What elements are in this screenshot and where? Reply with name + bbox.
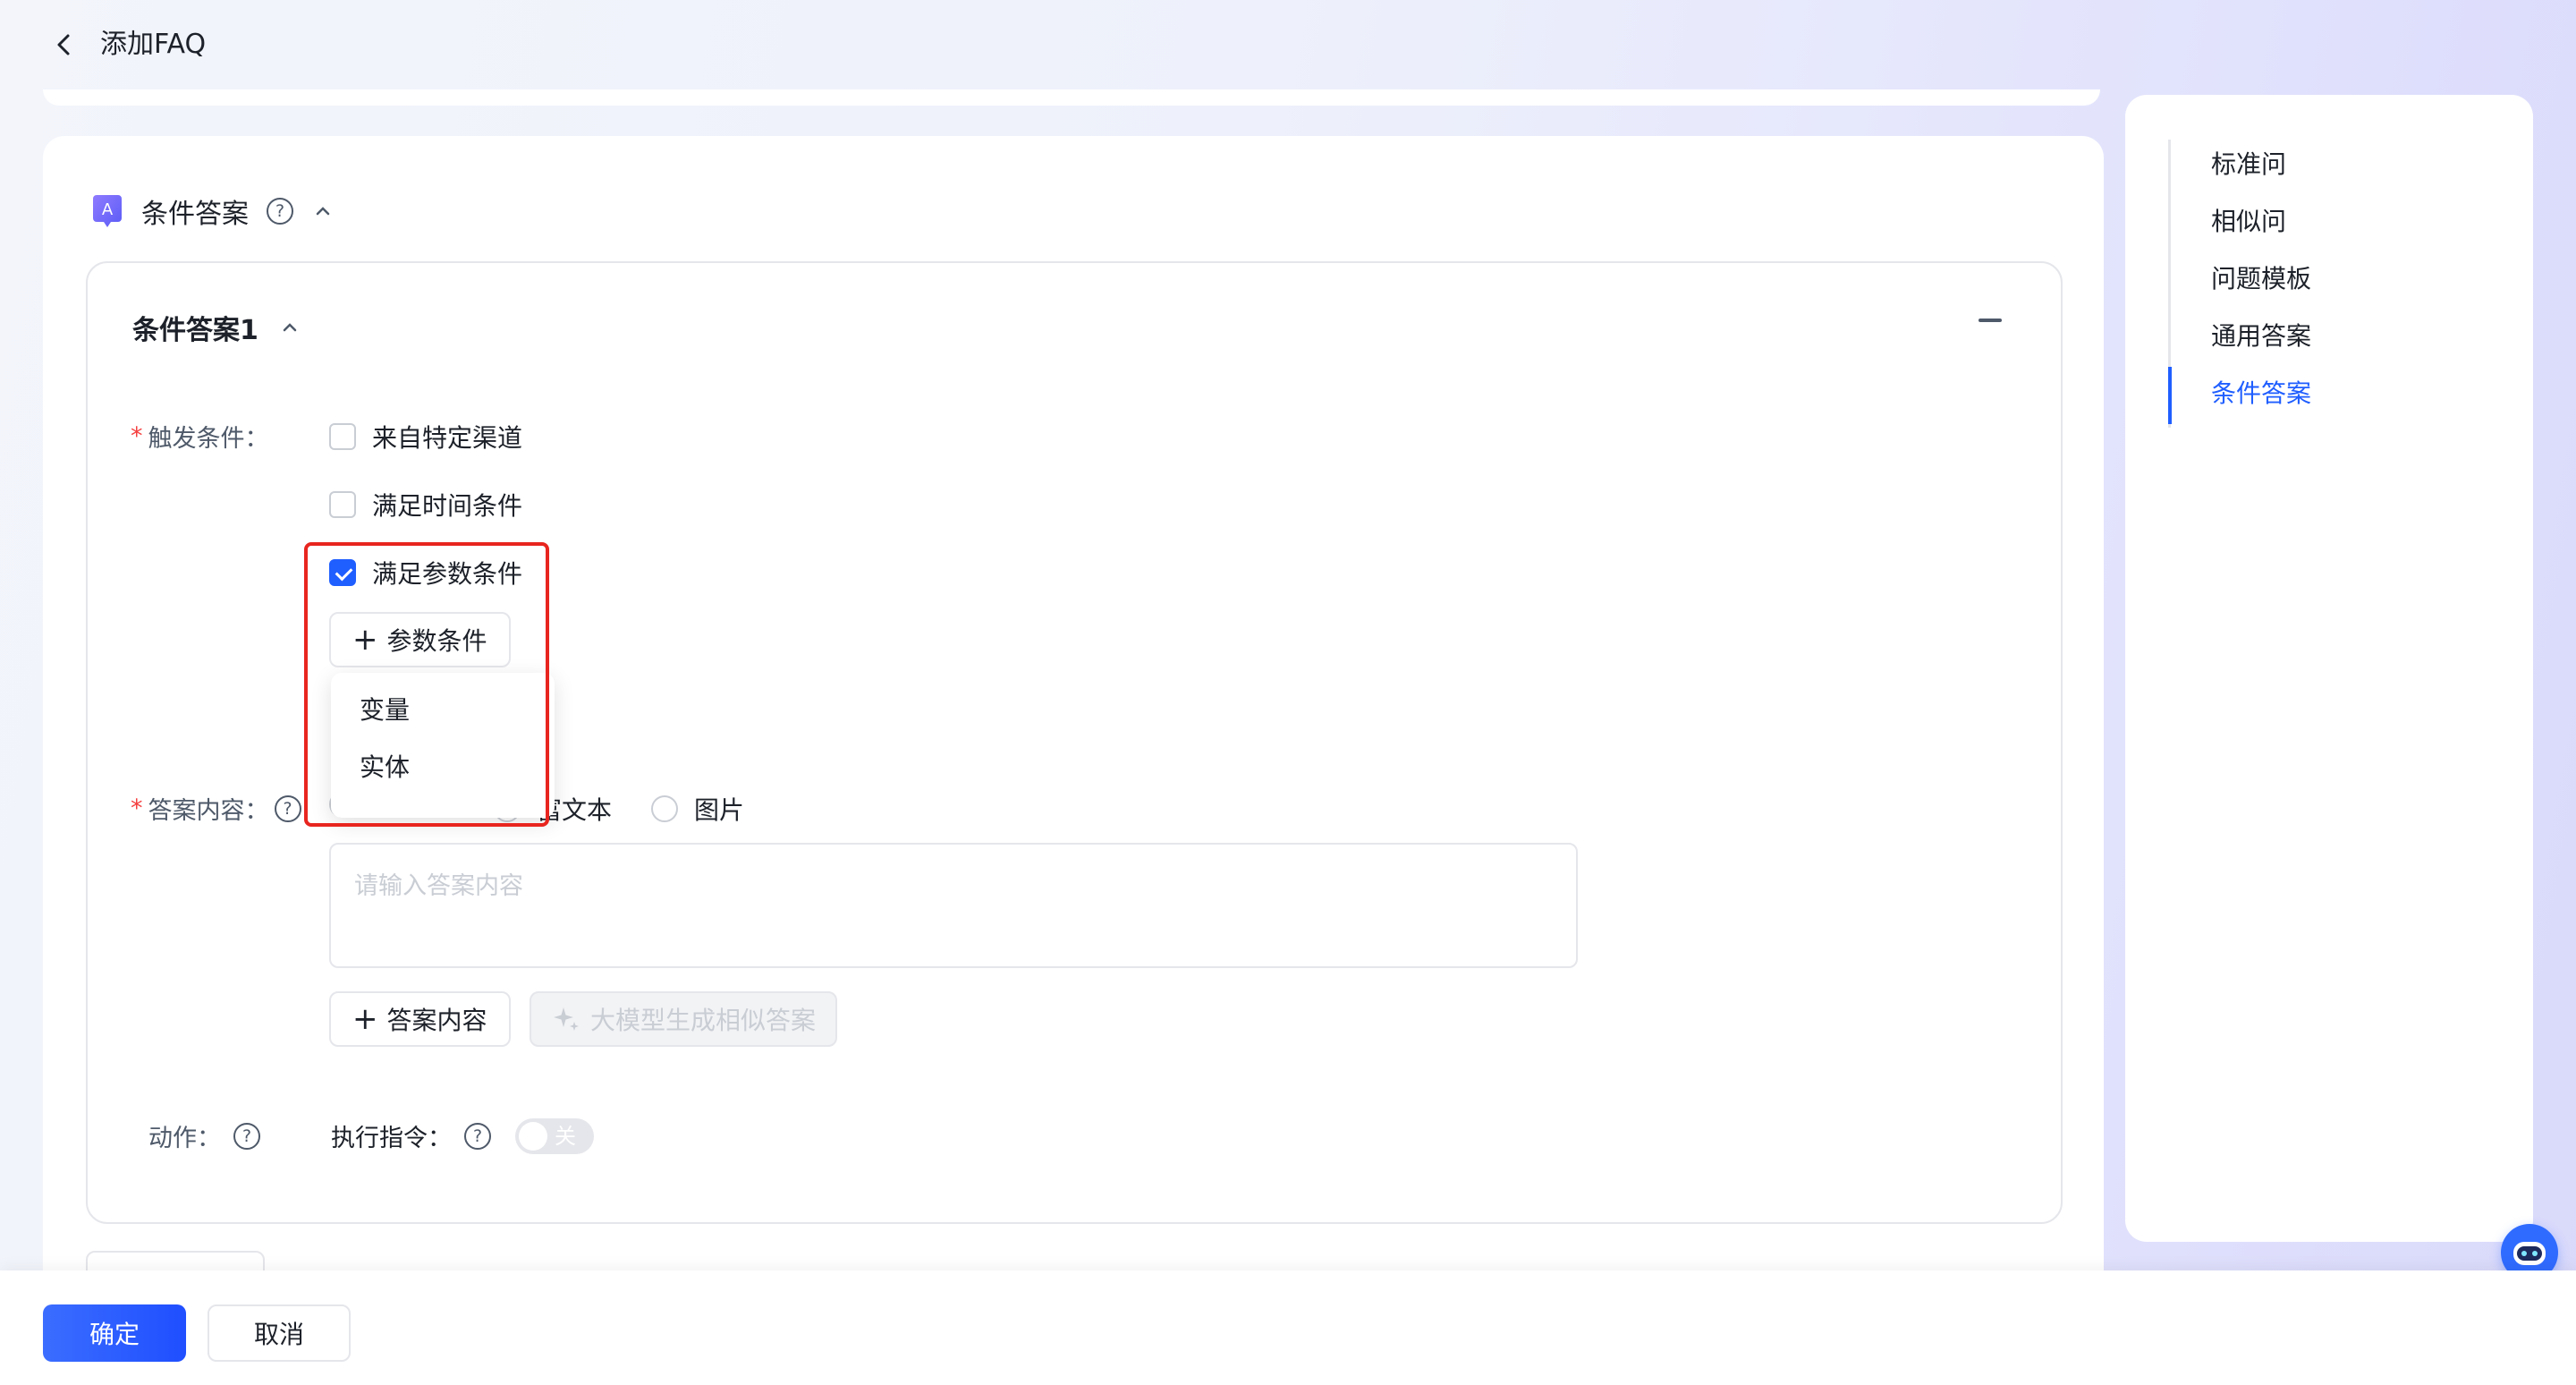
answer-a-icon: A [93,195,122,227]
add-answer-content-button[interactable]: + 答案内容 [329,991,511,1047]
help-icon[interactable]: ? [464,1122,491,1150]
answer-label-text: 答案内容： [148,797,269,825]
condition-answer-title: 条件答案1 [132,315,258,346]
chevron-up-icon[interactable] [311,200,335,223]
previous-card-edge [43,89,2100,106]
chevron-up-icon[interactable] [278,316,301,339]
anchor-nav-panel: 标准问 相似问 问题模板 通用答案 条件答案 [2125,95,2533,1242]
param-condition-dropdown: 变量 实体 [331,673,555,818]
anchor-similar-question[interactable]: 相似问 [2211,204,2286,240]
plus-icon: + [352,1001,378,1037]
cancel-button[interactable]: 取消 [208,1304,351,1362]
execute-command-label: 执行指令： ? [331,1118,491,1153]
checkbox[interactable] [329,491,356,518]
radio[interactable] [651,795,678,822]
page-header: 添加FAQ [0,0,2576,89]
sparkle-icon [554,1007,579,1031]
checkbox[interactable] [329,423,356,450]
radio-label: 图片 [694,795,745,825]
help-icon[interactable]: ? [233,1122,260,1150]
page-title: 添加FAQ [100,29,207,60]
footer-bar: 确定 取消 [0,1270,2576,1385]
condition-answer-header: 条件答案1 [132,308,301,347]
checkbox-label: 满足时间条件 [372,491,523,521]
required-mark: * [131,422,143,450]
trigger-condition-label: * 触发条件： [131,419,269,454]
plus-icon: + [352,622,378,658]
section-title: 条件答案 [141,199,249,230]
trigger-param-checkbox[interactable]: 满足参数条件 [329,555,522,591]
answer-content-textarea[interactable]: 请输入答案内容 [329,843,1578,968]
trigger-time-checkbox[interactable]: 满足时间条件 [329,487,522,523]
dropdown-item-entity[interactable]: 实体 [331,739,555,796]
checkbox-label: 满足参数条件 [372,559,523,589]
execute-command-toggle[interactable]: 关 [515,1118,594,1154]
dropdown-item-variable[interactable]: 变量 [331,682,555,739]
trigger-channel-checkbox[interactable]: 来自特定渠道 [329,419,522,455]
back-arrow-icon[interactable] [52,29,77,61]
anchor-active-indicator [2168,367,2172,424]
execute-label-text: 执行指令： [331,1125,452,1152]
required-mark: * [131,794,143,822]
anchor-condition-answer[interactable]: 条件答案 [2211,376,2311,412]
toggle-text: 关 [555,1124,576,1149]
minus-icon[interactable] [1979,319,2002,322]
answer-content-label: * 答案内容： ? [131,791,301,826]
action-label-text: 动作： [148,1125,221,1152]
svg-text:A: A [102,200,114,219]
anchor-question-template[interactable]: 问题模板 [2211,261,2311,297]
section-header: A 条件答案 ? [91,190,335,233]
button-label: 答案内容 [386,1006,487,1035]
help-icon[interactable]: ? [267,198,293,225]
anchor-general-answer[interactable]: 通用答案 [2211,319,2311,354]
action-label: 动作： ? [148,1118,260,1153]
add-param-condition-button[interactable]: + 参数条件 [329,612,511,667]
anchor-standard-question[interactable]: 标准问 [2211,147,2286,183]
trigger-label-text: 触发条件： [148,425,269,453]
answer-type-image-radio[interactable]: 图片 [651,791,744,827]
ai-generate-similar-answer-button[interactable]: 大模型生成相似答案 [530,991,838,1047]
checkbox-checked[interactable] [329,559,356,586]
button-label: 参数条件 [386,626,487,656]
button-label: 大模型生成相似答案 [590,1006,817,1035]
checkbox-label: 来自特定渠道 [372,423,523,453]
toggle-knob [519,1122,547,1151]
help-icon[interactable]: ? [274,794,301,822]
confirm-button[interactable]: 确定 [43,1304,186,1362]
